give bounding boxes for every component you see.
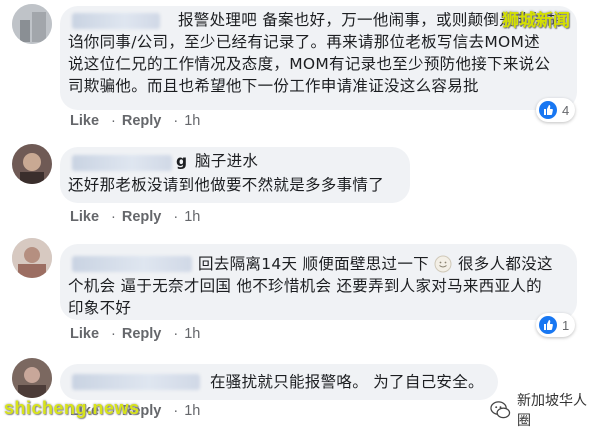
comment-bubble-3: 回去隔离14天 顺便面壁思过一下 很多人都没这 个机会 逼于无奈才回国 他不珍惜…	[60, 244, 577, 320]
smile-emoji-icon	[434, 255, 452, 273]
reaction-badge-1[interactable]: 4	[536, 98, 576, 122]
comment-text-2-line1: 脑子进水	[195, 152, 259, 170]
like-button[interactable]: Like	[70, 209, 99, 225]
avatar-image	[12, 4, 52, 44]
commenter-avatar-2[interactable]	[12, 144, 52, 184]
reaction-count: 4	[562, 102, 570, 118]
comment-text-1: 报警处理吧 备案也好，万一他闹事，或则颠倒是非的胡 诌你同事/公司，至少已经有记…	[68, 11, 563, 95]
commenter-name-blurred[interactable]	[72, 155, 172, 171]
avatar-image	[12, 238, 52, 278]
like-button[interactable]: Like	[70, 326, 99, 342]
comment-time[interactable]: 1h	[184, 326, 200, 342]
comment-time[interactable]: 1h	[184, 209, 200, 225]
comment-text-3-part1: 回去隔离14天 顺便面壁思过一下	[198, 255, 429, 273]
reply-button[interactable]: Reply	[122, 209, 162, 225]
commenter-name-suffix[interactable]: g	[176, 150, 187, 172]
commenter-name-blurred[interactable]	[72, 256, 192, 272]
reply-button[interactable]: Reply	[122, 326, 162, 342]
like-reaction-icon	[539, 101, 557, 119]
comment-actions-2: Like · Reply · 1h	[70, 209, 201, 225]
wechat-account-name: 新加坡华人圈	[516, 393, 587, 429]
comment-bubble-1: 报警处理吧 备案也好，万一他闹事，或则颠倒是非的胡 诌你同事/公司，至少已经有记…	[60, 6, 577, 110]
reaction-badge-3[interactable]: 1	[536, 313, 576, 337]
comment-actions-1: Like · Reply · 1h	[70, 113, 201, 129]
comment-actions-3: Like · Reply · 1h	[70, 326, 201, 342]
comment-bubble-4: 在骚扰就只能报警咯。 为了自己安全。	[60, 364, 498, 400]
comment-text-3-rest: 个机会 逼于无奈才回国 他不珍惜机会 还要弄到人家对马来西亚人的 印象不好	[68, 277, 542, 317]
commenter-avatar-4[interactable]	[12, 358, 52, 398]
wechat-icon	[490, 401, 511, 419]
like-button[interactable]: Like	[70, 113, 99, 129]
watermark-top: 狮城新闻	[502, 11, 570, 31]
avatar-image	[12, 358, 52, 398]
commenter-name-blurred[interactable]	[72, 374, 200, 390]
comment-text-2-line2: 还好那老板没请到他做要不然就是多多事情了	[68, 176, 385, 194]
commenter-avatar-1[interactable]	[12, 4, 52, 44]
commenter-avatar-3[interactable]	[12, 238, 52, 278]
like-reaction-icon	[539, 316, 557, 334]
comment-text-4: 在骚扰就只能报警咯。 为了自己安全。	[210, 373, 484, 391]
comment-text-3-part2: 很多人都没这	[458, 255, 553, 273]
reply-button[interactable]: Reply	[122, 113, 162, 129]
wechat-watermark: 新加坡华人圈	[490, 390, 597, 430]
avatar-image	[12, 144, 52, 184]
comment-bubble-2: g 脑子进水 还好那老板没请到他做要不然就是多多事情了	[60, 147, 410, 203]
watermark-bottom: shicheng.news	[4, 398, 140, 418]
comment-time[interactable]: 1h	[184, 113, 200, 129]
reaction-count: 1	[562, 317, 570, 333]
comment-time[interactable]: 1h	[184, 403, 200, 419]
